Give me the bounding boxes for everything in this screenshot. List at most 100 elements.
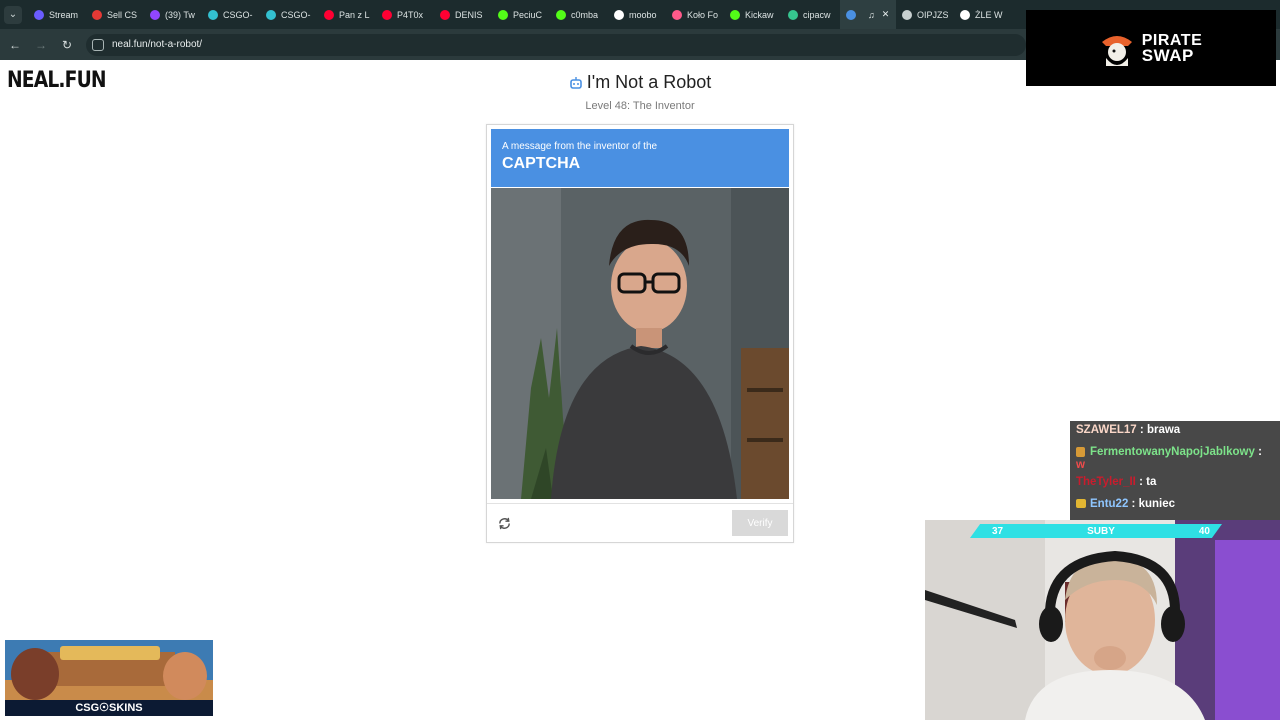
tab-title: CSGO- (281, 9, 311, 20)
inventor-video[interactable] (491, 188, 789, 499)
browser-tab[interactable]: c0mba (550, 0, 608, 29)
browser-tab[interactable]: cipacw (782, 0, 840, 29)
inventor-video-frame (491, 188, 789, 499)
chat-message: Entu22 : kuniec (1076, 498, 1274, 511)
tab-title: moobo (629, 9, 657, 20)
refresh-icon[interactable] (497, 516, 512, 531)
promo-artwork (5, 640, 213, 700)
streamer-webcam (925, 520, 1280, 720)
tab-favicon-icon (788, 9, 798, 20)
tab-search-button[interactable]: ⌄ (4, 5, 22, 24)
tab-favicon-icon (208, 9, 218, 20)
tab-favicon-icon (440, 9, 450, 20)
browser-tab[interactable]: PeciuC (492, 0, 550, 29)
tab-title: PeciuC (513, 9, 543, 20)
tab-favicon-icon (382, 9, 392, 20)
tab-title: ŻLE W (975, 9, 1003, 20)
robot-icon (569, 76, 582, 89)
chat-text: brawa (1146, 424, 1181, 436)
sponsor-line2: SWAP (1141, 46, 1194, 65)
sponsor-logo-text: PIRATE SWAP (1141, 33, 1202, 65)
browser-tab[interactable]: Koło Fo (666, 0, 724, 29)
tab-title: (39) Tw (165, 9, 195, 20)
chat-user: FermentowanyNapojJablkowy (1090, 446, 1255, 458)
tab-title: P4T0x (397, 9, 424, 20)
back-arrow-icon[interactable]: ← (8, 38, 22, 52)
tab-favicon-icon (730, 9, 740, 20)
promo-label: CSG☉SKINS (5, 700, 213, 716)
tab-favicon-icon (34, 9, 44, 20)
page-title-wrap: I'm Not a Robot (569, 72, 712, 93)
captcha-header: A message from the inventor of the CAPTC… (491, 129, 789, 187)
reload-icon[interactable]: ↻ (60, 38, 74, 52)
tab-close-icon[interactable]: ✕ (882, 9, 890, 20)
sub-goal-left: 37 (992, 525, 1004, 537)
chat-user: Entu22 (1090, 498, 1129, 510)
address-bar[interactable]: neal.fun/not-a-robot/ (86, 33, 1026, 56)
captcha-header-big: CAPTCHA (502, 155, 581, 172)
sub-goal-bar: 37 SUBY 40 (970, 524, 1222, 538)
tab-favicon-icon (614, 9, 624, 20)
browser-tab[interactable]: Pan z L (318, 0, 376, 29)
sub-goal-right: 40 (1198, 525, 1210, 537)
tab-title: Sell CS (107, 9, 138, 20)
captcha-footer: Verify (487, 503, 793, 543)
browser-tab[interactable]: Kickaw (724, 0, 782, 29)
tab-title: c0mba (571, 9, 599, 20)
browser-tab[interactable]: Sell CS (86, 0, 144, 29)
tab-favicon-icon (92, 9, 102, 20)
chat-text: ta (1146, 476, 1157, 488)
beer-badge-icon (1076, 446, 1085, 457)
chat-user: SZAWEL17 (1076, 424, 1137, 436)
promo-banner: CSG☉SKINS (5, 640, 213, 716)
forward-arrow-icon[interactable]: → (34, 38, 48, 52)
tab-title: Kickaw (745, 9, 774, 20)
tab-title: cipacw (803, 9, 831, 20)
tab-title: Koło Fo (687, 9, 718, 20)
browser-tab[interactable]: (39) Tw (144, 0, 202, 29)
url-text[interactable]: neal.fun/not-a-robot/ (112, 39, 202, 50)
tab-title: Stream (49, 9, 79, 20)
sponsor-overlay: PIRATE SWAP (1026, 10, 1276, 86)
screen: ⌄ Stream Sell CS (39) Tw CSGO- CSGO- Pan z L P… (0, 0, 1280, 720)
browser-tab[interactable]: Stream (28, 0, 86, 29)
pirate-mascot-icon (1101, 36, 1132, 66)
site-info-icon[interactable] (92, 38, 104, 51)
browser-tab[interactable]: DENIS (434, 0, 492, 29)
browser-tab[interactable]: CSGO- (202, 0, 260, 29)
tab-title: Pan z L (339, 9, 370, 20)
chat-text: kuniec (1138, 498, 1176, 510)
chat-text: w (1076, 459, 1085, 471)
browser-tab[interactable]: ŻLE W (954, 0, 1012, 29)
tab-favicon-icon (150, 9, 160, 20)
browser-tab[interactable]: ♫ ✕ (840, 0, 896, 29)
chat-message: FermentowanyNapojJablkowy : w (1076, 446, 1262, 471)
verify-button[interactable]: Verify (732, 510, 788, 536)
page-title: I'm Not a Robot (586, 72, 712, 92)
tab-favicon-icon (324, 9, 334, 20)
browser-tab[interactable]: P4T0x (376, 0, 434, 29)
webcam-frame (925, 520, 1280, 720)
tab-favicon-icon (960, 9, 970, 20)
chat-message: TheTyler_II : ta (1076, 476, 1157, 488)
captcha-box: A message from the inventor of the CAPTC… (486, 124, 794, 543)
tab-favicon-icon (266, 9, 276, 20)
captcha-header-small: A message from the inventor of the (502, 141, 658, 152)
chat-message: SZAWEL17 : brawa (1076, 424, 1181, 436)
tab-title: CSGO- (223, 9, 253, 20)
tab-title: OIPJZS (917, 9, 948, 20)
sub-goal-label: SUBY (1087, 525, 1115, 537)
tab-favicon-icon (556, 9, 566, 20)
browser-tab[interactable]: moobo (608, 0, 666, 29)
tab-audio-icon[interactable]: ♫ (868, 10, 875, 20)
level-subtitle: Level 48: The Inventor (585, 99, 695, 112)
tab-title: DENIS (455, 9, 483, 20)
browser-tab[interactable]: CSGO- (260, 0, 318, 29)
browser-tab[interactable]: OIPJZS (896, 0, 954, 29)
crown-badge-icon (1076, 499, 1086, 509)
tab-favicon-icon (902, 9, 912, 20)
tab-favicon-icon (846, 9, 856, 20)
stream-chat: SZAWEL17 : brawa FermentowanyNapojJablko… (1070, 421, 1280, 521)
tab-favicon-icon (498, 9, 508, 20)
chat-user: TheTyler_II (1076, 476, 1136, 488)
